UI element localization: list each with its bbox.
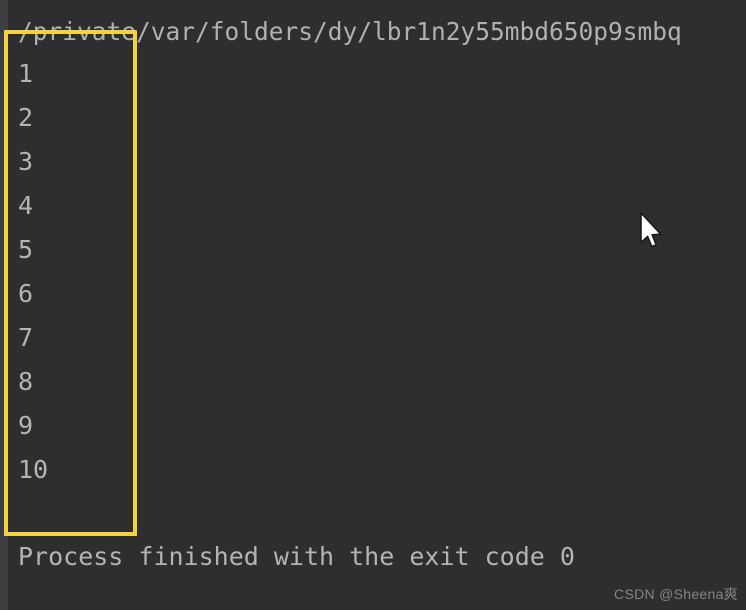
console-exit-status-line: Process finished with the exit code 0 — [18, 542, 575, 571]
console-output-line: 2 — [18, 103, 34, 132]
console-output-line: 3 — [18, 147, 34, 176]
console-output-line: 8 — [18, 367, 34, 396]
console-output-line: 9 — [18, 411, 34, 440]
console-output-area[interactable]: /private/var/folders/dy/lbr1n2y55mbd650p… — [0, 0, 746, 610]
console-output-line: 5 — [18, 235, 34, 264]
console-output-line: 7 — [18, 323, 34, 352]
watermark-label: CSDN @Sheena爽 — [614, 586, 738, 602]
console-output-line: 1 — [18, 59, 34, 88]
console-output-line: 6 — [18, 279, 34, 308]
console-output-line: 4 — [18, 191, 34, 220]
console-path-line: /private/var/folders/dy/lbr1n2y55mbd650p… — [18, 17, 682, 46]
console-output-line: 10 — [18, 455, 49, 484]
console-panel[interactable]: /private/var/folders/dy/lbr1n2y55mbd650p… — [0, 0, 746, 610]
